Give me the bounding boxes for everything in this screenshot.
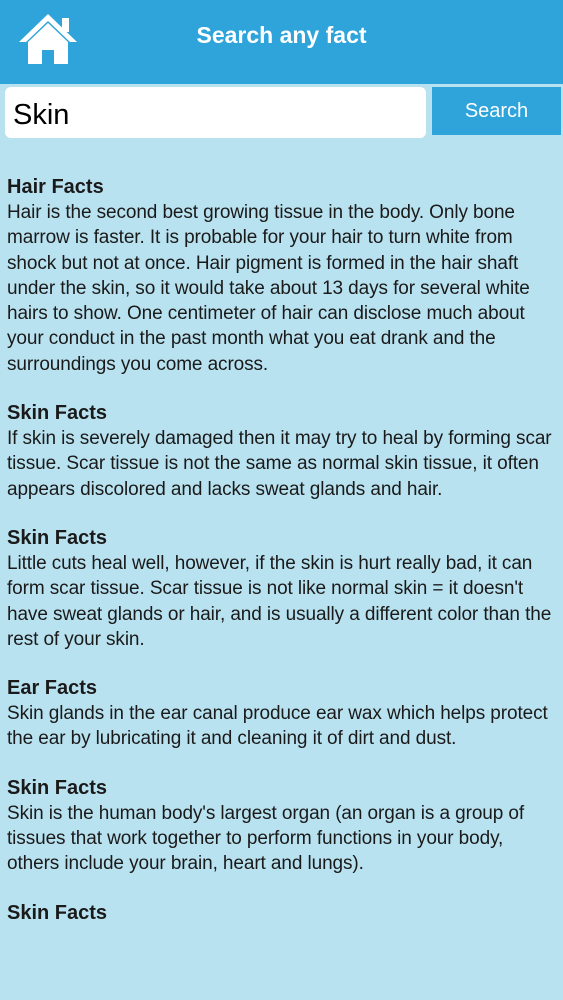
app-screen: Search any fact Search Hair Facts Hair i… [0, 0, 563, 1000]
fact-item: Hair Facts Hair is the second best growi… [7, 175, 557, 377]
fact-item: Skin Facts Little cuts heal well, howeve… [7, 526, 557, 652]
fact-title: Skin Facts [7, 776, 108, 799]
fact-item: Skin Facts [7, 901, 557, 926]
fact-text: Skin is the human body's largest organ (… [7, 802, 525, 875]
results-list: Hair Facts Hair is the second best growi… [7, 175, 557, 950]
fact-title: Hair Facts [7, 176, 104, 198]
fact-item: Skin Facts If skin is severely damaged t… [7, 401, 557, 502]
fact-title: Skin Facts [7, 901, 108, 924]
fact-text: Hair is the second best growing tissue i… [7, 202, 530, 375]
fact-text: Skin glands in the ear canal produce ear… [7, 703, 548, 750]
search-input[interactable] [5, 87, 426, 138]
fact-title: Ear Facts [7, 677, 98, 700]
header-bar: Search any fact [0, 0, 563, 84]
fact-title: Skin Facts [7, 526, 108, 549]
fact-title: Skin Facts [7, 402, 108, 425]
fact-text: Little cuts heal well, however, if the s… [7, 552, 552, 650]
fact-text: If skin is severely damaged then it may … [7, 428, 552, 500]
search-button[interactable]: Search [432, 87, 561, 135]
header-title: Search any fact [196, 22, 367, 48]
fact-item: Skin Facts Skin is the human body's larg… [7, 776, 557, 877]
fact-item: Ear Facts Skin glands in the ear canal p… [7, 676, 557, 752]
